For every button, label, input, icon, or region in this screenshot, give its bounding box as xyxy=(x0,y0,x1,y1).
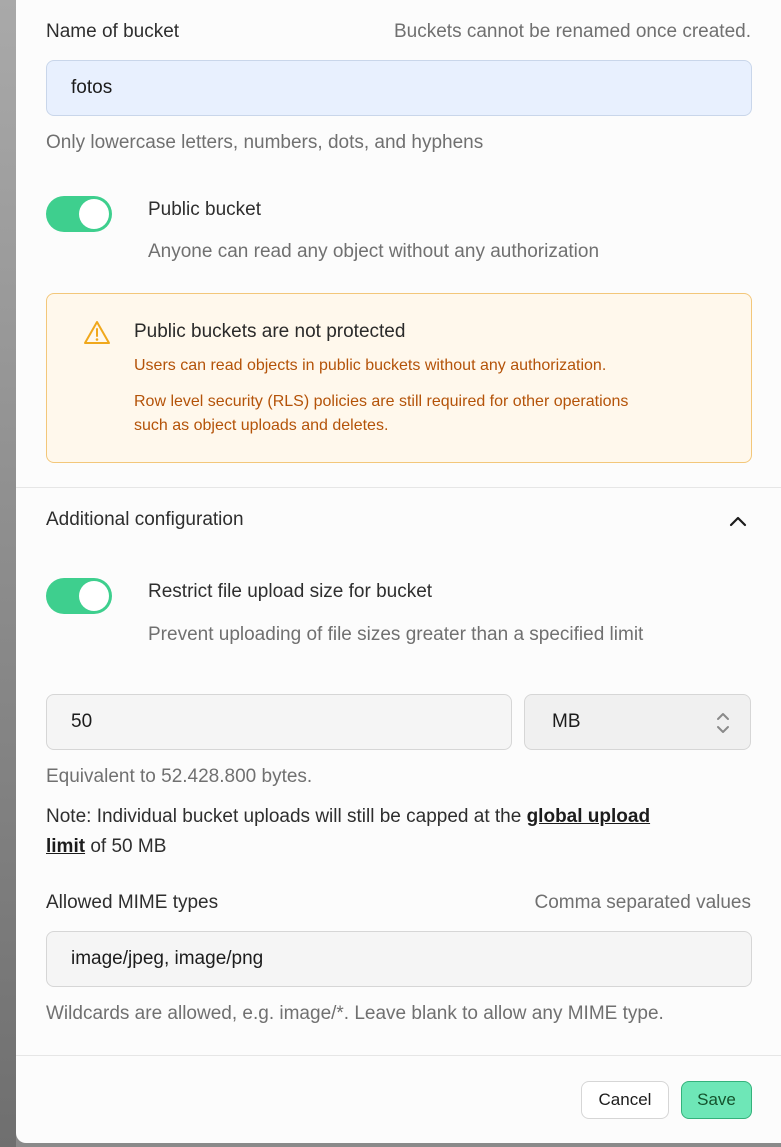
create-bucket-panel: Name of bucket Buckets cannot be renamed… xyxy=(16,0,781,1143)
toggle-knob xyxy=(79,581,109,611)
restrict-size-description: Prevent uploading of file sizes greater … xyxy=(148,624,644,645)
size-unit-value: MB xyxy=(552,711,581,732)
global-upload-limit-link-cont[interactable]: limit xyxy=(46,836,85,857)
chevron-up-icon xyxy=(728,514,748,528)
restrict-size-label: Restrict file upload size for bucket xyxy=(148,581,433,602)
public-bucket-description: Anyone can read any object without any a… xyxy=(148,241,600,262)
mime-types-input[interactable]: image/jpeg, image/png xyxy=(46,931,752,987)
chevron-up-down-icon xyxy=(716,711,730,735)
size-limit-value: 50 xyxy=(71,711,93,732)
modal-backdrop xyxy=(0,0,16,1147)
bucket-name-value: fotos xyxy=(71,77,113,98)
note-suffix: of 50 MB xyxy=(85,836,167,857)
mime-types-hint: Comma separated values xyxy=(534,892,752,913)
footer-divider xyxy=(16,1055,781,1056)
upload-limit-note: Note: Individual bucket uploads will sti… xyxy=(46,802,751,862)
additional-config-title: Additional configuration xyxy=(46,509,244,530)
cancel-button-label: Cancel xyxy=(598,1090,652,1109)
mime-types-help: Wildcards are allowed, e.g. image/*. Lea… xyxy=(46,1003,664,1024)
mime-types-label: Allowed MIME types xyxy=(46,892,219,913)
public-bucket-label: Public bucket xyxy=(148,199,262,220)
note-prefix: Note: Individual bucket uploads will sti… xyxy=(46,806,527,827)
size-equivalent-text: Equivalent to 52.428.800 bytes. xyxy=(46,766,313,787)
bucket-name-label: Name of bucket xyxy=(46,21,180,42)
additional-config-header[interactable]: Additional configuration xyxy=(16,488,781,552)
size-unit-select[interactable]: MB xyxy=(524,694,751,750)
toggle-knob xyxy=(79,199,109,229)
bucket-name-rename-hint: Buckets cannot be renamed once created. xyxy=(393,21,751,42)
cancel-button[interactable]: Cancel xyxy=(581,1081,669,1119)
public-bucket-toggle[interactable] xyxy=(46,196,112,232)
size-limit-input[interactable]: 50 xyxy=(46,694,512,750)
warning-icon xyxy=(83,320,111,346)
bucket-name-help: Only lowercase letters, numbers, dots, a… xyxy=(46,132,484,153)
warning-line-1: Users can read objects in public buckets… xyxy=(134,357,607,374)
warning-title: Public buckets are not protected xyxy=(134,321,406,342)
warning-line-2a: Row level security (RLS) policies are st… xyxy=(134,393,629,410)
global-upload-limit-link[interactable]: global upload xyxy=(527,806,651,827)
public-bucket-warning: Public buckets are not protected Users c… xyxy=(46,293,752,463)
restrict-size-toggle[interactable] xyxy=(46,578,112,614)
mime-types-value: image/jpeg, image/png xyxy=(71,948,264,969)
save-button-label: Save xyxy=(697,1090,736,1109)
warning-line-2b: such as object uploads and deletes. xyxy=(134,417,389,434)
save-button[interactable]: Save xyxy=(681,1081,752,1119)
bucket-name-input[interactable]: fotos xyxy=(46,60,752,116)
